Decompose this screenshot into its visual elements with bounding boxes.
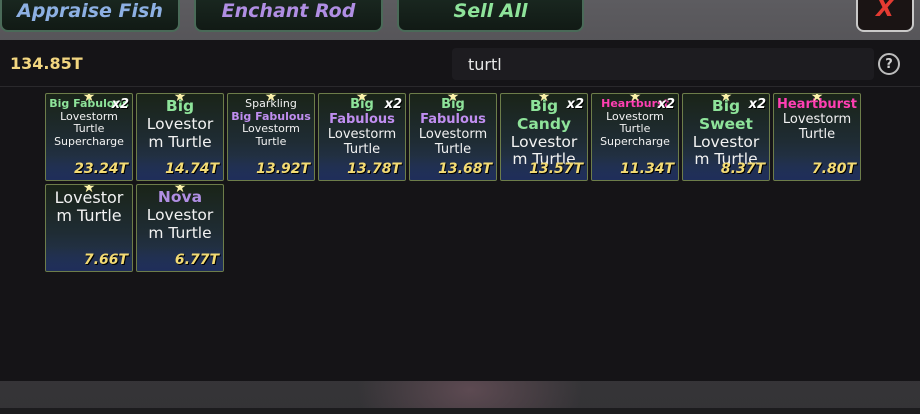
fish-quantity: x2 xyxy=(384,97,402,112)
fish-value: 6.77T xyxy=(174,252,219,268)
fish-name-line: Turtle xyxy=(343,141,381,157)
fish-card[interactable]: ★ Big Lovestor m Turtle 14.74T xyxy=(136,93,224,181)
appraise-fish-button[interactable]: Appraise Fish xyxy=(0,0,180,32)
star-icon: ★ xyxy=(628,93,642,105)
fish-value: 13.92T xyxy=(256,161,310,177)
star-icon: ★ xyxy=(173,93,187,105)
fish-grid: ★ x2 Big Fabulous Lovestorm Turtle Supercharg… xyxy=(45,93,875,272)
fish-card[interactable]: ★ x2 Big Candy Lovestor m Turtle 13.57T xyxy=(500,93,588,181)
fish-value: 11.34T xyxy=(620,161,674,177)
fish-name-line: Supercharge xyxy=(54,134,124,148)
search-input[interactable] xyxy=(452,48,874,80)
star-icon: ★ xyxy=(82,93,96,105)
fish-value: 13.68T xyxy=(438,161,492,177)
fish-name-line: Lovestorm xyxy=(327,126,397,142)
fish-name-line: Turtle xyxy=(434,141,472,157)
star-icon: ★ xyxy=(82,184,96,196)
fish-value: 7.66T xyxy=(83,252,128,268)
star-icon: ★ xyxy=(537,93,551,105)
sell-all-button[interactable]: Sell All xyxy=(397,0,584,32)
fish-value: 13.57T xyxy=(529,161,583,177)
balance-value: 134.85T xyxy=(10,54,83,73)
search-box[interactable] xyxy=(452,48,874,80)
divider xyxy=(0,86,920,87)
enchant-rod-button[interactable]: Enchant Rod xyxy=(194,0,383,32)
fish-value: 7.80T xyxy=(811,161,856,177)
fish-name-line: m Turtle xyxy=(148,223,212,242)
fish-name-line: m Turtle xyxy=(56,206,122,226)
fish-name-line: m Turtle xyxy=(148,132,212,151)
fish-name-line: Lovestorm xyxy=(782,111,852,127)
fish-name-line: Lovestor xyxy=(692,132,760,151)
fish-name-line: Lovestorm xyxy=(418,126,488,142)
fish-name-line: Turtle xyxy=(255,134,287,148)
fish-card[interactable]: ★ Nova Lovestor m Turtle 6.77T xyxy=(136,184,224,272)
help-icon[interactable]: ? xyxy=(878,53,900,75)
star-icon: ★ xyxy=(355,93,369,105)
fish-card[interactable]: ★ Big Fabulous Lovestorm Turtle 13.68T xyxy=(409,93,497,181)
fish-card[interactable]: ★ x2 Big Fabulous Lovestorm Turtle Supercharg… xyxy=(45,93,133,181)
bottom-strip xyxy=(0,408,920,414)
fish-card[interactable]: ★ x2 Big Fabulous Lovestorm Turtle 13.78T xyxy=(318,93,406,181)
fish-value: 13.78T xyxy=(347,161,401,177)
fish-mutation-label: Fabulous xyxy=(420,111,486,127)
fish-card[interactable]: ★ Lovestor m Turtle 7.66T xyxy=(45,184,133,272)
fish-name-line: Lovestor xyxy=(146,205,214,224)
star-icon: ★ xyxy=(446,93,460,105)
star-icon: ★ xyxy=(719,93,733,105)
fish-quantity: x2 xyxy=(657,97,675,112)
star-icon: ★ xyxy=(173,184,187,196)
close-button[interactable]: X xyxy=(856,0,914,32)
fish-quantity: x2 xyxy=(111,97,129,112)
fish-value: 23.24T xyxy=(74,161,128,177)
fish-quantity: x2 xyxy=(566,97,584,112)
star-icon: ★ xyxy=(264,93,278,105)
fish-value: 14.74T xyxy=(165,161,219,177)
fish-name-line: Supercharge xyxy=(600,134,670,148)
fish-name-line: Lovestor xyxy=(510,132,578,151)
fish-card[interactable]: ★ x2 Big Sweet Lovestor m Turtle 8.37T xyxy=(682,93,770,181)
fish-quantity: x2 xyxy=(748,97,766,112)
fish-card[interactable]: ★ Sparkling Big Fabulous Lovestorm Turtle 13.… xyxy=(227,93,315,181)
fish-mutation-label: Fabulous xyxy=(329,111,395,127)
star-icon: ★ xyxy=(810,93,824,105)
fish-name-line: Turtle xyxy=(798,126,836,142)
fish-name-line: Lovestor xyxy=(146,114,214,133)
fish-value: 8.37T xyxy=(720,161,765,177)
fish-card[interactable]: ★ x2 Heartburst Lovestorm Turtle Supercharge 1… xyxy=(591,93,679,181)
fish-card[interactable]: ★ Heartburst Lovestorm Turtle 7.80T xyxy=(773,93,861,181)
